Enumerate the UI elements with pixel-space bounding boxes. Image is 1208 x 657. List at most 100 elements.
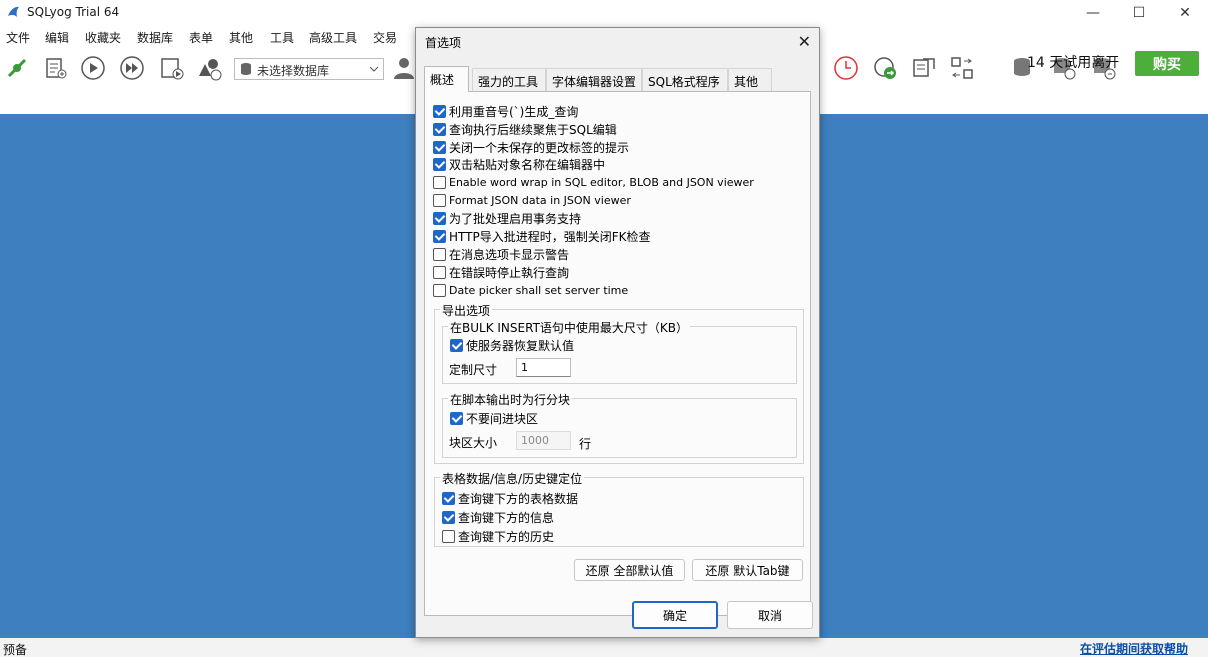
checkbox-box[interactable] xyxy=(433,193,446,207)
title-bar: SQLyog Trial 64 — ☐ ✕ xyxy=(0,0,1208,26)
tabkey-result-checkbox[interactable]: 查询键下方的表格数据 xyxy=(442,490,578,506)
checkbox-label: 查询键下方的历史 xyxy=(458,529,555,544)
export-options-group: 导出选项 在BULK INSERT语句中使用最大尺寸（KB） 使服务器恢复默认值… xyxy=(434,302,804,464)
chunk-size-unit: 行 xyxy=(579,437,592,451)
status-text: 预备 xyxy=(3,643,28,657)
ok-button[interactable]: 确定 xyxy=(632,601,718,629)
connect-icon[interactable] xyxy=(3,54,31,82)
menu-database[interactable]: 数据库 xyxy=(137,29,173,46)
schedule-icon[interactable] xyxy=(832,54,860,82)
date-picker-server-time-checkbox[interactable]: Date picker shall set server time xyxy=(433,282,628,298)
cancel-button[interactable]: 取消 xyxy=(727,601,813,629)
checkbox-label: 利用重音号(`)生成_查询 xyxy=(449,104,579,119)
checkbox-box[interactable] xyxy=(433,211,446,225)
unsaved-tab-prompt-checkbox[interactable]: 关闭一个未保存的更改标签的提示 xyxy=(433,139,629,155)
trial-days-remaining: 14 天试用离开 xyxy=(1027,55,1120,71)
checkbox-box[interactable] xyxy=(433,175,446,189)
checkbox-label: Date picker shall set server time xyxy=(449,283,629,297)
dialog-title: 首选项 xyxy=(425,36,462,50)
buy-button[interactable]: 购买 xyxy=(1135,51,1199,76)
checkbox-box[interactable] xyxy=(433,140,446,154)
chunk-size-input[interactable]: 1000 xyxy=(516,431,571,450)
menu-advanced-tools[interactable]: 高级工具 xyxy=(309,29,357,46)
tab-key-title: 表格数据/信息/历史键定位 xyxy=(440,470,585,487)
transaction-support-checkbox[interactable]: 为了批处理启用事务支持 xyxy=(433,210,581,226)
restore-all-defaults-button[interactable]: 还原 全部默认值 xyxy=(574,559,685,581)
chunk-rows-group: 在脚本输出时为行分块 不要间进块区 块区大小 1000 行 xyxy=(442,391,797,458)
execute-edit-icon[interactable] xyxy=(158,54,186,82)
checkbox-label: 关闭一个未保存的更改标签的提示 xyxy=(449,140,630,155)
menu-table[interactable]: 表单 xyxy=(189,29,213,46)
new-query-icon[interactable] xyxy=(42,54,70,82)
show-warnings-checkbox[interactable]: 在消息选项卡显示警告 xyxy=(433,246,569,262)
checkbox-box[interactable] xyxy=(442,510,455,524)
menu-file[interactable]: 文件 xyxy=(6,29,30,46)
schema-sync-icon[interactable] xyxy=(948,54,976,82)
tab-general[interactable]: 概述 xyxy=(424,66,469,92)
http-fk-check-checkbox[interactable]: HTTP导入批进程时，强制关闭FK检查 xyxy=(433,228,650,244)
server-default-checkbox[interactable]: 使服务器恢复默认值 xyxy=(450,337,574,353)
format-json-checkbox[interactable]: Format JSON data in JSON viewer xyxy=(433,192,631,208)
tab-font-editor[interactable]: 字体编辑器设置 xyxy=(546,68,642,92)
bulk-insert-title: 在BULK INSERT语句中使用最大尺寸（KB） xyxy=(448,319,690,336)
evaluation-help-link[interactable]: 在评估期间获取帮助 xyxy=(1080,640,1188,657)
chunk-size-label: 块区大小 xyxy=(449,436,498,450)
backquote-checkbox[interactable]: 利用重音号(`)生成_查询 xyxy=(433,103,578,119)
schema-designer-icon[interactable] xyxy=(195,54,223,82)
checkbox-box[interactable] xyxy=(442,491,455,505)
dialog-close-icon[interactable]: ✕ xyxy=(798,32,811,51)
minimize-button[interactable]: — xyxy=(1070,0,1116,26)
checkbox-label: 使服务器恢复默认值 xyxy=(466,338,575,353)
tabkey-info-checkbox[interactable]: 查询键下方的信息 xyxy=(442,509,554,525)
database-select[interactable]: 未选择数据库 xyxy=(234,58,384,80)
custom-size-input[interactable]: 1 xyxy=(516,358,571,377)
tab-sql-formatter[interactable]: SQL格式程序 xyxy=(642,68,728,92)
checkbox-label: 查询键下方的信息 xyxy=(458,510,555,525)
keep-focus-checkbox[interactable]: 查询执行后继续聚焦于SQL编辑 xyxy=(433,121,617,137)
refresh-sync-icon[interactable] xyxy=(871,54,899,82)
stop-on-error-checkbox[interactable]: 在错誤時停止執行查詢 xyxy=(433,264,569,280)
export-options-title: 导出选项 xyxy=(440,302,493,319)
tab-others[interactable]: 其他 xyxy=(728,68,772,92)
checkbox-label: 双击粘贴对象名称在编辑器中 xyxy=(449,157,606,172)
menu-others[interactable]: 其他 xyxy=(229,29,253,46)
checkbox-label: 为了批处理启用事务支持 xyxy=(449,211,582,226)
checkbox-box[interactable] xyxy=(450,411,463,425)
checkbox-box[interactable] xyxy=(450,338,463,352)
checkbox-label: 在消息选项卡显示警告 xyxy=(449,247,570,262)
menu-edit[interactable]: 编辑 xyxy=(45,29,69,46)
word-wrap-checkbox[interactable]: Enable word wrap in SQL editor, BLOB and… xyxy=(433,174,754,190)
checkbox-box[interactable] xyxy=(433,104,446,118)
menu-tools[interactable]: 工具 xyxy=(270,29,294,46)
checkbox-box[interactable] xyxy=(433,229,446,243)
execute-all-icon[interactable] xyxy=(118,54,146,82)
bulk-insert-group: 在BULK INSERT语句中使用最大尺寸（KB） 使服务器恢复默认值 定制尺寸… xyxy=(442,319,797,384)
database-icon xyxy=(241,63,251,75)
chevron-down-icon xyxy=(369,66,379,72)
no-chunk-checkbox[interactable]: 不要间进块区 xyxy=(450,410,538,426)
checkbox-label: 查询执行后继续聚焦于SQL编辑 xyxy=(449,122,617,137)
checkbox-box[interactable] xyxy=(442,529,455,543)
preferences-dialog: 首选项 ✕ 概述 强力的工具 字体编辑器设置 SQL格式程序 其他 利用重音号(… xyxy=(415,27,820,638)
chunk-rows-title: 在脚本输出时为行分块 xyxy=(448,391,573,408)
checkbox-box[interactable] xyxy=(433,247,446,261)
maximize-button[interactable]: ☐ xyxy=(1116,0,1162,26)
tab-power-tools[interactable]: 强力的工具 xyxy=(472,68,546,92)
close-window-button[interactable]: ✕ xyxy=(1162,0,1208,26)
execute-query-icon[interactable] xyxy=(79,54,107,82)
double-click-paste-checkbox[interactable]: 双击粘贴对象名称在编辑器中 xyxy=(433,156,605,172)
restore-tab-defaults-button[interactable]: 还原 默认Tab键 xyxy=(692,559,803,581)
copy-database-icon[interactable] xyxy=(910,54,938,82)
user-manager-icon[interactable] xyxy=(390,54,418,82)
checkbox-box[interactable] xyxy=(433,122,446,136)
tabkey-history-checkbox[interactable]: 查询键下方的历史 xyxy=(442,528,554,544)
checkbox-box[interactable] xyxy=(433,157,446,171)
checkbox-label: 在错誤時停止執行查詢 xyxy=(449,265,570,280)
tab-key-group: 表格数据/信息/历史键定位 查询键下方的表格数据 查询键下方的信息 查询键下方的… xyxy=(434,470,804,547)
menu-transaction[interactable]: 交易 xyxy=(373,29,397,46)
checkbox-box[interactable] xyxy=(433,265,446,279)
menu-favorites[interactable]: 收藏夹 xyxy=(85,29,121,46)
window-title: SQLyog Trial 64 xyxy=(27,5,120,19)
checkbox-box[interactable] xyxy=(433,283,446,297)
checkbox-label: Enable word wrap in SQL editor, BLOB and… xyxy=(449,175,754,189)
